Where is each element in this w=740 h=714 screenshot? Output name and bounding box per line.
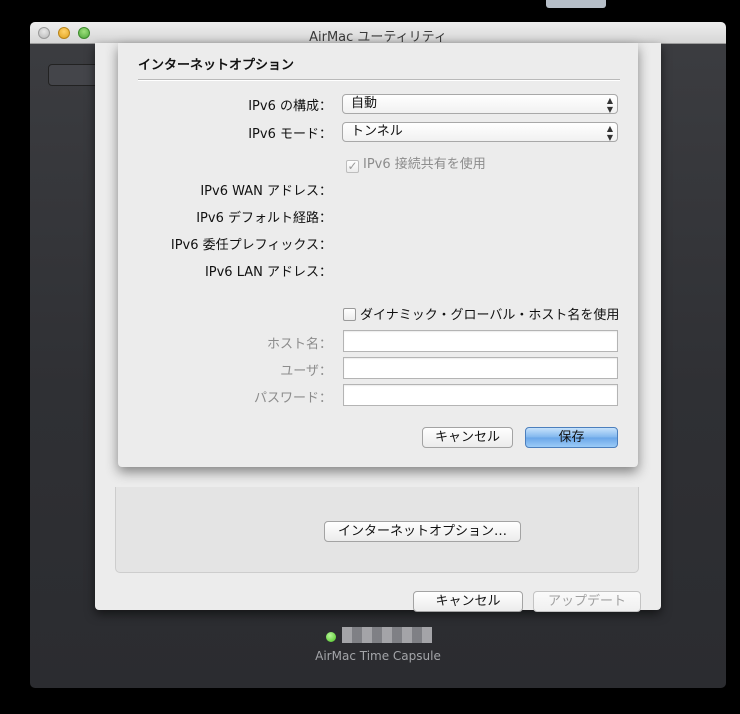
ipv6-lan-address-label: IPv6 LAN アドレス： (204, 265, 332, 280)
device-model-label: AirMac Time Capsule (315, 649, 441, 663)
ipv6-config-label: IPv6 の構成： (248, 99, 332, 114)
internet-options-sheet: インターネットオプション IPv6 の構成： 自動 ▲ ▼ IPv6 モード： ト… (118, 43, 638, 467)
sheet-title: インターネットオプション (138, 58, 295, 73)
password-label: パスワード： (253, 391, 332, 406)
user-label: ユーザ： (280, 364, 332, 379)
title-divider (138, 79, 620, 80)
title-bar[interactable]: AirMac ユーティリティ (30, 22, 726, 45)
save-button[interactable]: 保存 (525, 427, 618, 448)
background-toolbar-button (48, 64, 102, 86)
dynamic-hostname-checkbox[interactable]: ダイナミック・グローバル・ホスト名を使用 (343, 304, 619, 323)
device-name-redacted (342, 627, 432, 643)
ipv6-config-popup[interactable]: 自動 ▲ ▼ (342, 94, 618, 114)
checkbox-unchecked-icon[interactable] (343, 308, 356, 321)
user-field[interactable] (343, 357, 618, 379)
popup-arrows-icon: ▲ ▼ (606, 96, 613, 114)
popup-arrows-icon: ▲ ▼ (606, 124, 613, 142)
sheet-cancel-button[interactable]: キャンセル (422, 427, 513, 448)
ipv6-mode-popup[interactable]: トンネル ▲ ▼ (342, 122, 618, 142)
background-window-edge (546, 0, 606, 8)
checkbox-checked-icon: ✓ (346, 159, 359, 173)
ipv6-wan-address-label: IPv6 WAN アドレス： (200, 184, 332, 199)
update-button: アップデート (533, 591, 641, 612)
password-field[interactable] (343, 384, 618, 406)
ipv6-delegated-prefix-label: IPv6 委任プレフィックス： (170, 238, 332, 253)
ipv6-sharing-checkbox: ✓ IPv6 接続共有を使用 (346, 153, 486, 173)
ipv6-mode-label: IPv6 モード： (248, 127, 332, 142)
ipv6-mode-value: トンネル (351, 124, 403, 139)
base-cancel-button[interactable]: キャンセル (413, 591, 523, 612)
internet-options-button[interactable]: インターネットオプション… (324, 521, 521, 542)
hostname-field[interactable] (343, 330, 618, 352)
ipv6-sharing-label: IPv6 接続共有を使用 (363, 157, 486, 172)
hostname-label: ホスト名： (266, 337, 332, 352)
ipv6-config-value: 自動 (351, 96, 378, 111)
status-light-icon (326, 632, 336, 642)
ipv6-default-route-label: IPv6 デフォルト経路： (196, 211, 332, 226)
dynamic-hostname-label: ダイナミック・グローバル・ホスト名を使用 (360, 308, 620, 323)
